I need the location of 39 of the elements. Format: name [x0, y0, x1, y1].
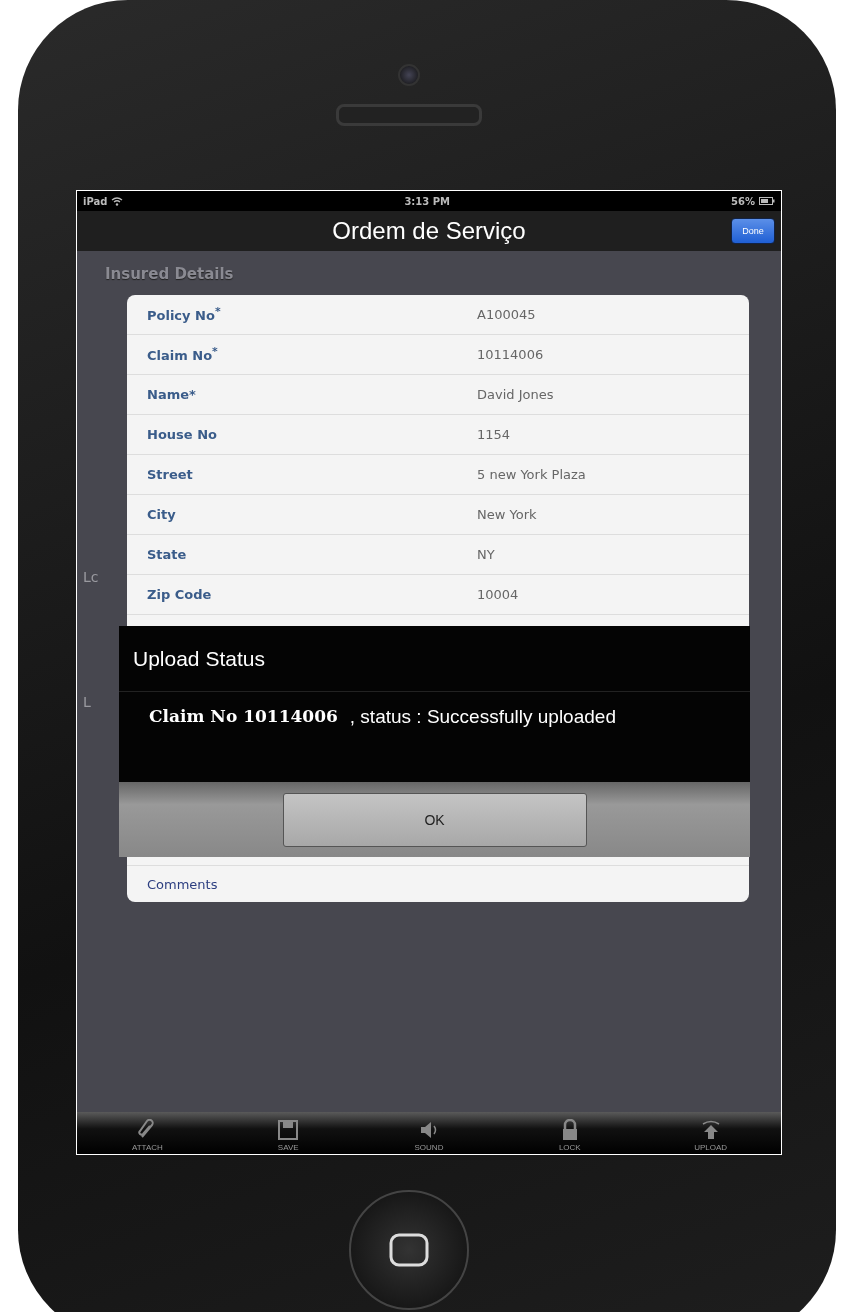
field-value: 10004 — [477, 587, 519, 602]
padlock-icon — [560, 1119, 579, 1141]
field-label: State — [147, 547, 188, 562]
camera-lens — [398, 64, 420, 86]
claim-number: Claim No 10114006 — [149, 706, 338, 726]
ok-button[interactable]: OK — [282, 792, 587, 847]
field-value: David Jones — [477, 387, 554, 402]
device-name: iPad — [83, 195, 108, 207]
status-message: , status : Successfully uploaded — [349, 706, 616, 728]
section-title: Insured Details — [105, 265, 235, 283]
field-label: House No — [147, 427, 218, 442]
field-label: Claim No$^{*}$ — [147, 345, 219, 364]
field-label: Comments — [147, 876, 219, 892]
field-value: 10114006 — [477, 347, 544, 362]
screen-title: Ordem de Serviço — [332, 217, 526, 245]
rounded-square-icon — [389, 1233, 429, 1267]
field-label: Policy No$^{*}$ — [147, 305, 222, 324]
field-value: New York — [477, 507, 537, 522]
clock-time: 3:13 PM — [404, 195, 451, 207]
wifi-icon — [111, 196, 124, 206]
done-button[interactable]: Done — [731, 218, 775, 244]
field-label: Name* — [147, 387, 197, 402]
field-value: A100045 — [477, 307, 536, 322]
section-title: Lc — [83, 569, 99, 585]
battery-percent: 56% — [731, 195, 755, 207]
field-value: 5 new York Plaza — [477, 467, 586, 482]
section-title: L — [83, 694, 91, 710]
toolbar-button[interactable]: LOCK — [529, 1119, 610, 1154]
toolbar-button[interactable]: UPLOAD — [670, 1119, 751, 1154]
field-label: Zip Code — [147, 587, 213, 602]
dialog-title: Upload Status — [133, 646, 265, 671]
field-label: Street — [147, 467, 194, 482]
battery-icon — [759, 197, 775, 205]
field-value: 1154 — [477, 427, 511, 442]
toolbar-button[interactable]: SOUND — [389, 1119, 469, 1154]
field-label: City — [147, 507, 177, 522]
toolbar-button[interactable]: ATTACH — [107, 1119, 188, 1154]
toolbar-button[interactable]: SAVE — [248, 1119, 329, 1154]
field-value: NY — [477, 547, 495, 562]
